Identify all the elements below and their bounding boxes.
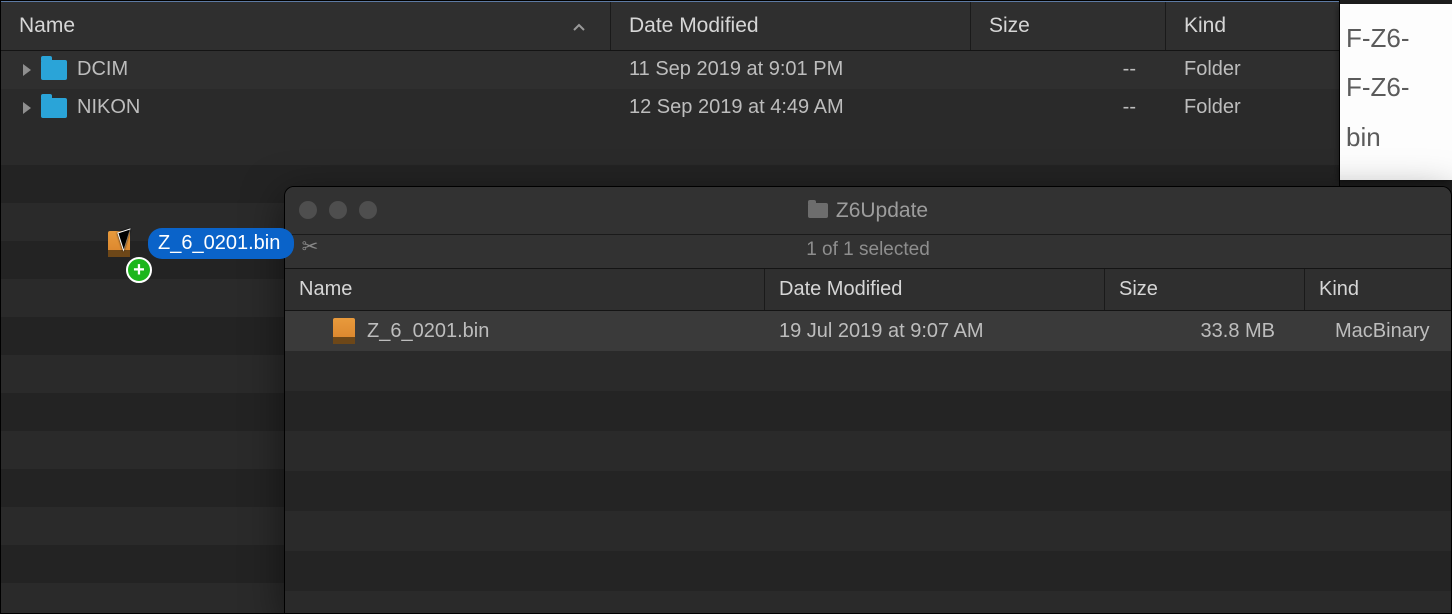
- header-name-label: Name: [299, 278, 352, 301]
- row-size: --: [1123, 58, 1136, 80]
- background-window-strip: F-Z6- F-Z6- bin: [1340, 4, 1452, 180]
- header-date-label: Date Modified: [779, 278, 902, 301]
- file-rows: DCIM 11 Sep 2019 at 9:01 PM -- Folder NI…: [1, 51, 1339, 127]
- row-name: DCIM: [77, 58, 128, 81]
- strip-line: F-Z6-: [1346, 63, 1446, 112]
- column-header-name[interactable]: Name: [1, 2, 611, 50]
- drag-filename-text: Z_6_0201.bin: [158, 232, 280, 254]
- empty-stripes: [285, 351, 1451, 614]
- minimize-window-icon[interactable]: [329, 201, 347, 219]
- row-name: NIKON: [77, 96, 140, 119]
- column-header-date[interactable]: Date Modified: [611, 2, 971, 50]
- row-date: 12 Sep 2019 at 4:49 AM: [629, 96, 844, 118]
- binary-file-icon: [333, 318, 355, 344]
- zoom-window-icon[interactable]: [359, 201, 377, 219]
- selection-status-text: 1 of 1 selected: [806, 239, 930, 260]
- row-kind: Folder: [1184, 58, 1241, 80]
- row-kind: Folder: [1184, 96, 1241, 118]
- disclosure-triangle-icon[interactable]: [23, 64, 31, 76]
- column-header-size[interactable]: Size: [971, 2, 1166, 50]
- column-header-kind[interactable]: Kind: [1305, 269, 1451, 310]
- header-size-label: Size: [989, 14, 1030, 38]
- folder-icon: [41, 98, 67, 118]
- folder-icon: [808, 203, 828, 218]
- drag-proxy: Z_6_0201.bin ✂ +: [108, 228, 294, 259]
- row-date: 11 Sep 2019 at 9:01 PM: [629, 58, 843, 80]
- strip-line: bin: [1346, 113, 1446, 162]
- header-size-label: Size: [1119, 278, 1158, 301]
- row-size: 33.8 MB: [1201, 320, 1275, 342]
- drag-filename-badge: Z_6_0201.bin: [148, 228, 294, 259]
- header-kind-label: Kind: [1184, 14, 1226, 38]
- scissors-icon: ✂: [302, 234, 319, 259]
- table-row[interactable]: DCIM 11 Sep 2019 at 9:01 PM -- Folder: [1, 51, 1339, 89]
- header-date-label: Date Modified: [629, 14, 759, 38]
- column-header-size[interactable]: Size: [1105, 269, 1305, 310]
- window-titlebar[interactable]: Z6Update: [285, 187, 1451, 235]
- strip-line: F-Z6-: [1346, 14, 1446, 63]
- sort-ascending-icon: [572, 17, 586, 41]
- disclosure-triangle-icon[interactable]: [23, 102, 31, 114]
- header-kind-label: Kind: [1319, 278, 1359, 301]
- column-header-name[interactable]: Name: [285, 269, 765, 310]
- finder-window-z6update[interactable]: Z6Update 1 of 1 selected Name Date Modif…: [284, 186, 1452, 614]
- window-title: Z6Update: [808, 199, 928, 223]
- row-size: --: [1123, 96, 1136, 118]
- window-title-text: Z6Update: [836, 199, 928, 223]
- row-name: Z_6_0201.bin: [367, 320, 489, 343]
- row-date: 19 Jul 2019 at 9:07 AM: [779, 320, 984, 342]
- row-kind: MacBinary: [1335, 320, 1429, 342]
- copy-plus-badge-icon: +: [126, 257, 152, 283]
- window-traffic-lights[interactable]: [299, 201, 377, 219]
- folder-icon: [41, 60, 67, 80]
- column-header-date[interactable]: Date Modified: [765, 269, 1105, 310]
- table-row[interactable]: NIKON 12 Sep 2019 at 4:49 AM -- Folder: [1, 89, 1339, 127]
- header-name-label: Name: [19, 14, 75, 38]
- close-window-icon[interactable]: [299, 201, 317, 219]
- selection-status: 1 of 1 selected: [285, 235, 1451, 269]
- column-headers: Name Date Modified Size Kind: [285, 269, 1451, 311]
- table-row[interactable]: Z_6_0201.bin 19 Jul 2019 at 9:07 AM 33.8…: [285, 311, 1451, 351]
- column-header-kind[interactable]: Kind: [1166, 2, 1339, 50]
- column-headers: Name Date Modified Size Kind: [1, 1, 1339, 51]
